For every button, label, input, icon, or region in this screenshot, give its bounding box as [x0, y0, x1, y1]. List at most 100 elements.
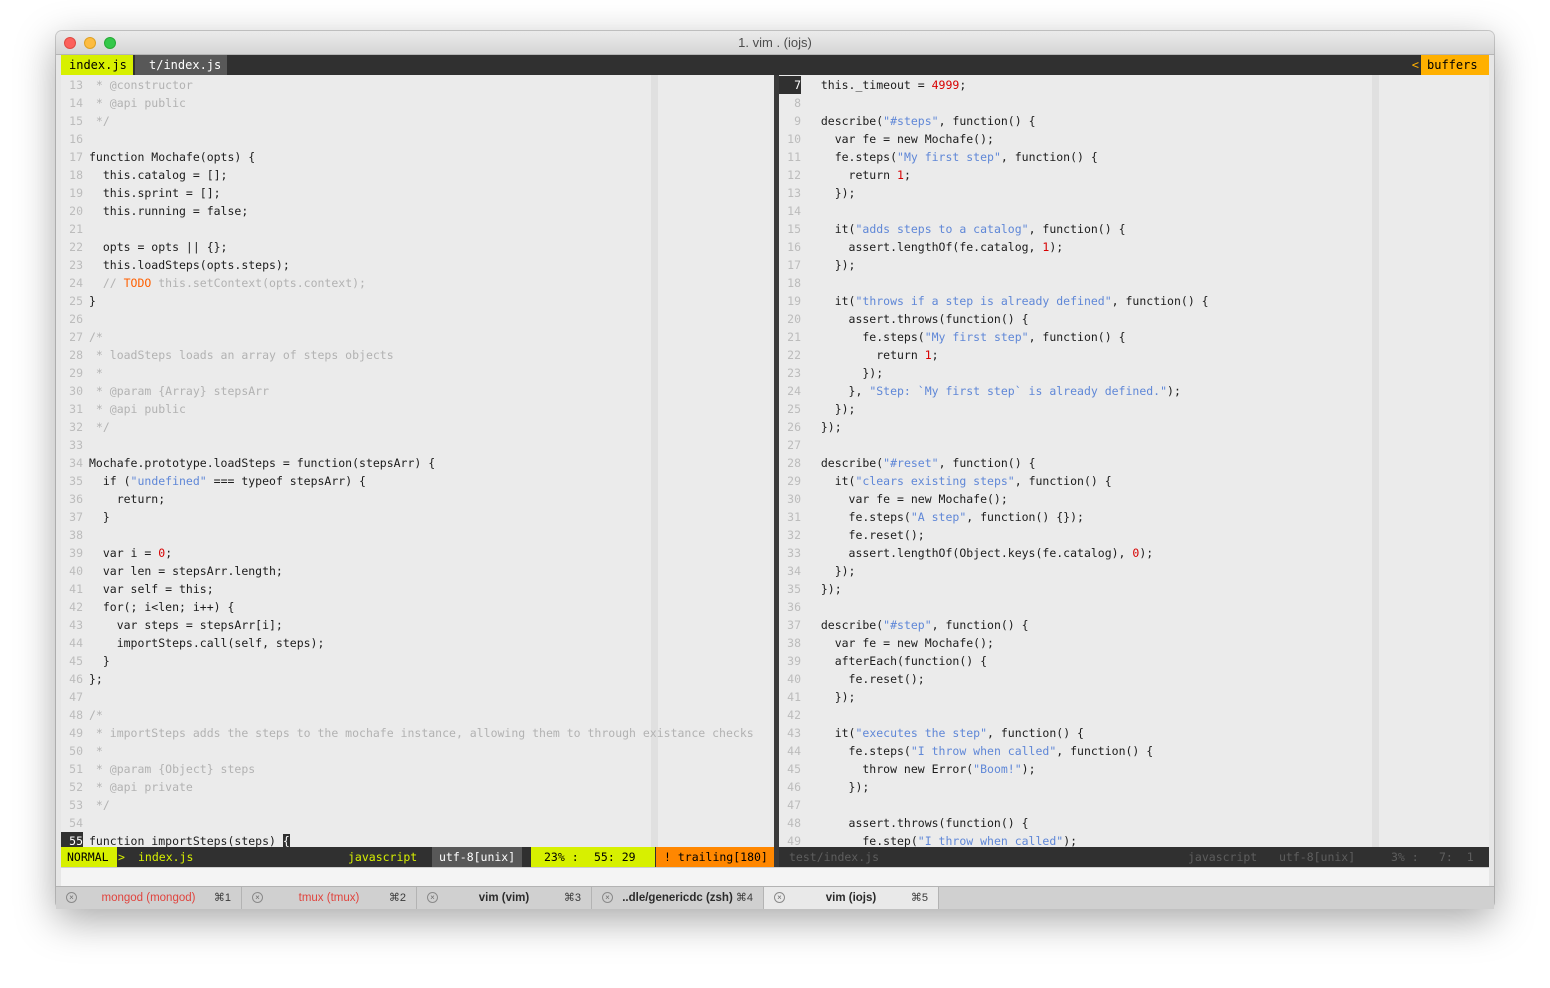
- code-line[interactable]: 37 describe("#step", function() {: [779, 616, 1028, 634]
- line-number: 20: [787, 312, 801, 326]
- code-line[interactable]: 28 * loadSteps loads an array of steps o…: [61, 346, 394, 364]
- code-text: this.loadSteps(opts.steps);: [89, 258, 290, 272]
- code-line[interactable]: 48 assert.throws(function() {: [779, 814, 1028, 832]
- buffer-tab-inactive[interactable]: t/index.js: [135, 55, 227, 75]
- code-line[interactable]: 26: [61, 310, 89, 328]
- code-line[interactable]: 23 });: [779, 364, 883, 382]
- code-line[interactable]: 35 if ("undefined" === typeof stepsArr) …: [61, 472, 366, 490]
- code-line[interactable]: 36: [779, 598, 807, 616]
- line-number: 42: [787, 708, 801, 722]
- code-line[interactable]: 46};: [61, 670, 103, 688]
- code-line[interactable]: 42 for(; i<len; i++) {: [61, 598, 234, 616]
- code-line[interactable]: 21: [61, 220, 89, 238]
- code-line[interactable]: 22 return 1;: [779, 346, 938, 364]
- code-line[interactable]: 42: [779, 706, 807, 724]
- code-line[interactable]: 41 var self = this;: [61, 580, 213, 598]
- code-line[interactable]: 53 */: [61, 796, 110, 814]
- code-line[interactable]: 16: [61, 130, 89, 148]
- code-line[interactable]: 49 fe.step("I throw when called");: [779, 832, 1077, 847]
- tmux-tab[interactable]: × tmux (tmux) ⌘2: [242, 887, 417, 909]
- code-line[interactable]: 49 * importSteps adds the steps to the m…: [61, 724, 754, 742]
- left-editor-pane[interactable]: 13 * @constructor 14 * @api public 15 */16…: [61, 75, 774, 847]
- code-line[interactable]: 40 var len = stepsArr.length;: [61, 562, 283, 580]
- code-line[interactable]: 40 fe.reset();: [779, 670, 925, 688]
- code-line[interactable]: 44 importSteps.call(self, steps);: [61, 634, 324, 652]
- code-line[interactable]: 34 });: [779, 562, 855, 580]
- code-line[interactable]: 39 var i = 0;: [61, 544, 172, 562]
- code-line[interactable]: 51 * @param {Object} steps: [61, 760, 255, 778]
- tmux-tab[interactable]: × mongod (mongod) ⌘1: [56, 887, 242, 909]
- code-line[interactable]: 24 // TODO this.setContext(opts.context)…: [61, 274, 366, 292]
- code-line[interactable]: 19 it("throws if a step is already defin…: [779, 292, 1208, 310]
- code-line[interactable]: 17 function Mochafe(opts) {: [61, 148, 255, 166]
- buffer-tab-active[interactable]: index.js: [61, 55, 133, 75]
- code-line[interactable]: 26 });: [779, 418, 841, 436]
- code-line[interactable]: 28 describe("#reset", function() {: [779, 454, 1035, 472]
- code-line[interactable]: 25}: [61, 292, 96, 310]
- code-line[interactable]: 13 * @constructor: [61, 76, 193, 94]
- code-line[interactable]: 32 */: [61, 418, 110, 436]
- code-line[interactable]: 23 this.loadSteps(opts.steps);: [61, 256, 290, 274]
- code-line[interactable]: 30 var fe = new Mochafe();: [779, 490, 1008, 508]
- vim-command-line[interactable]: [61, 867, 1489, 888]
- code-line[interactable]: 29 it("clears existing steps", function(…: [779, 472, 1112, 490]
- code-line[interactable]: 45 throw new Error("Boom!");: [779, 760, 1035, 778]
- code-line[interactable]: 43 it("executes the step", function() {: [779, 724, 1084, 742]
- code-line[interactable]: 37 }: [61, 508, 110, 526]
- code-line[interactable]: 8: [779, 94, 807, 112]
- code-line[interactable]: 10 var fe = new Mochafe();: [779, 130, 994, 148]
- code-line[interactable]: 47: [779, 796, 807, 814]
- code-line[interactable]: 52 * @api private: [61, 778, 193, 796]
- code-line[interactable]: 25 });: [779, 400, 855, 418]
- code-line[interactable]: 24 }, "Step: `My first step` is already …: [779, 382, 1181, 400]
- code-line[interactable]: 14 * @api public: [61, 94, 186, 112]
- code-line[interactable]: 18: [779, 274, 807, 292]
- code-line[interactable]: 20 assert.throws(function() {: [779, 310, 1028, 328]
- code-line[interactable]: 34 Mochafe.prototype.loadSteps = function…: [61, 454, 435, 472]
- code-line[interactable]: 21 fe.steps("My first step", function() …: [779, 328, 1125, 346]
- code-line[interactable]: 45 }: [61, 652, 110, 670]
- code-line[interactable]: 32 fe.reset();: [779, 526, 925, 544]
- code-line[interactable]: 15 it("adds steps to a catalog", functio…: [779, 220, 1125, 238]
- code-line[interactable]: 18 this.catalog = [];: [61, 166, 227, 184]
- tmux-tab[interactable]: × vim (vim) ⌘3: [417, 887, 592, 909]
- code-line[interactable]: 55 function importSteps(steps) {: [61, 832, 290, 847]
- code-line[interactable]: 16 assert.lengthOf(fe.catalog, 1);: [779, 238, 1063, 256]
- code-line[interactable]: 50 *: [61, 742, 103, 760]
- code-line[interactable]: 19 this.sprint = [];: [61, 184, 220, 202]
- code-line[interactable]: 54: [61, 814, 89, 832]
- code-line[interactable]: 48 /*: [61, 706, 103, 724]
- code-line[interactable]: 7 this._timeout = 4999;: [779, 76, 966, 94]
- code-line[interactable]: 31 * @api public: [61, 400, 186, 418]
- code-line[interactable]: 17 });: [779, 256, 855, 274]
- code-line[interactable]: 27 /*: [61, 328, 103, 346]
- tmux-tab[interactable]: × vim (iojs) ⌘5: [764, 887, 939, 909]
- code-line[interactable]: 22 opts = opts || {};: [61, 238, 227, 256]
- code-text: * importSteps adds the steps to the moch…: [89, 726, 754, 740]
- right-editor-pane[interactable]: 7 this._timeout = 4999; 8 9 describe("#ste…: [779, 75, 1489, 847]
- code-line[interactable]: 9 describe("#steps", function() {: [779, 112, 1035, 130]
- code-line[interactable]: 46 });: [779, 778, 869, 796]
- code-line[interactable]: 38 var fe = new Mochafe();: [779, 634, 994, 652]
- code-line[interactable]: 29 *: [61, 364, 103, 382]
- code-line[interactable]: 27: [779, 436, 807, 454]
- code-line[interactable]: 14: [779, 202, 807, 220]
- code-line[interactable]: 13 });: [779, 184, 855, 202]
- code-line[interactable]: 31 fe.steps("A step", function() {});: [779, 508, 1084, 526]
- code-line[interactable]: 33: [61, 436, 89, 454]
- code-line[interactable]: 44 fe.steps("I throw when called", funct…: [779, 742, 1153, 760]
- code-line[interactable]: 12 return 1;: [779, 166, 911, 184]
- code-line[interactable]: 15 */: [61, 112, 110, 130]
- code-line[interactable]: 38: [61, 526, 89, 544]
- code-line[interactable]: 47: [61, 688, 89, 706]
- code-line[interactable]: 20 this.running = false;: [61, 202, 248, 220]
- code-line[interactable]: 11 fe.steps("My first step", function() …: [779, 148, 1098, 166]
- tmux-tab[interactable]: × ..dle/genericdc (zsh) ⌘4: [592, 887, 764, 909]
- code-line[interactable]: 39 afterEach(function() {: [779, 652, 987, 670]
- code-line[interactable]: 43 var steps = stepsArr[i];: [61, 616, 283, 634]
- code-line[interactable]: 33 assert.lengthOf(Object.keys(fe.catalo…: [779, 544, 1153, 562]
- code-line[interactable]: 36 return;: [61, 490, 165, 508]
- code-line[interactable]: 35 });: [779, 580, 841, 598]
- code-line[interactable]: 41 });: [779, 688, 855, 706]
- code-line[interactable]: 30 * @param {Array} stepsArr: [61, 382, 269, 400]
